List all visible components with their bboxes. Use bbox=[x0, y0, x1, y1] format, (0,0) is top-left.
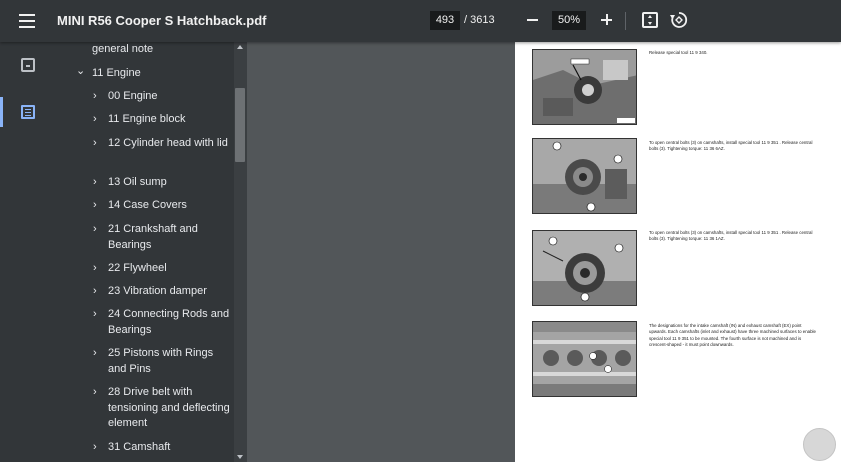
scroll-up-arrow-icon[interactable] bbox=[237, 45, 243, 49]
outline-item-21-crankshaft[interactable]: › 21 Crankshaft and Bearings bbox=[56, 222, 236, 253]
page-number-input[interactable]: 493 bbox=[430, 11, 460, 30]
outline-item-label: 11 Engine block bbox=[108, 113, 186, 125]
chevron-right-icon[interactable]: › bbox=[93, 284, 97, 300]
chevron-right-icon[interactable]: › bbox=[93, 89, 97, 105]
outline-item-label: 00 Engine bbox=[108, 90, 158, 102]
menu-icon[interactable] bbox=[17, 11, 39, 31]
outline-item-general-note[interactable]: general note bbox=[56, 42, 236, 58]
chevron-right-icon[interactable]: › bbox=[93, 307, 97, 323]
outline-item-31-camshaft[interactable]: › 31 Camshaft bbox=[56, 440, 236, 456]
chevron-right-icon[interactable]: › bbox=[93, 385, 97, 401]
outline-item-label: 28 Drive belt with tensioning and deflec… bbox=[108, 386, 230, 429]
outline-item-label: 14 Case Covers bbox=[108, 199, 187, 211]
outline-tab[interactable] bbox=[0, 97, 56, 127]
figure-camshaft-designations bbox=[532, 321, 637, 397]
chevron-right-icon[interactable]: › bbox=[93, 136, 97, 152]
chevron-right-icon[interactable]: › bbox=[93, 175, 97, 191]
scroll-thumb[interactable] bbox=[235, 88, 245, 162]
outline-item-label: 23 Vibration damper bbox=[108, 285, 207, 297]
outline-item-label: 11 Engine bbox=[92, 67, 141, 79]
fit-to-page-icon[interactable] bbox=[642, 12, 658, 28]
zoom-out-icon[interactable] bbox=[524, 11, 542, 29]
floating-action-button[interactable] bbox=[803, 428, 836, 461]
instruction-text: The designations for the intake camshaft… bbox=[649, 323, 816, 347]
outline-item-label: 25 Pistons with Rings and Pins bbox=[108, 347, 214, 375]
outline-scrollbar[interactable] bbox=[234, 42, 247, 462]
outline-item-label: general note bbox=[92, 43, 154, 55]
top-toolbar: MINI R56 Cooper S Hatchback.pdf 493 / 36… bbox=[0, 0, 841, 42]
chevron-right-icon[interactable]: › bbox=[93, 198, 97, 214]
outline-item-11-engine-block[interactable]: › 11 Engine block bbox=[56, 112, 236, 128]
outline-item-12-cylinder-head[interactable]: › 12 Cylinder head with lid bbox=[56, 136, 236, 167]
outline-item-label: 31 Camshaft bbox=[108, 441, 171, 453]
chevron-right-icon[interactable]: › bbox=[93, 112, 97, 128]
outline-item-label: 12 Cylinder head with lid bbox=[108, 137, 228, 149]
outline-item-label: 13 Oil sump bbox=[108, 176, 167, 188]
outline-item-24-connecting-rods[interactable]: › 24 Connecting Rods and Bearings bbox=[56, 307, 236, 338]
outline-item-label: 24 Connecting Rods and Bearings bbox=[108, 308, 230, 336]
outline-item-22-flywheel[interactable]: › 22 Flywheel bbox=[56, 261, 236, 277]
outline-item-23-vibration-damper[interactable]: › 23 Vibration damper bbox=[56, 284, 236, 300]
figure-camshaft-bolts-1 bbox=[532, 138, 637, 214]
outline-item-25-pistons[interactable]: › 25 Pistons with Rings and Pins bbox=[56, 346, 236, 377]
chevron-right-icon[interactable]: › bbox=[93, 440, 97, 456]
outline-icon bbox=[21, 105, 35, 119]
outline-item-14-case-covers[interactable]: › 14 Case Covers bbox=[56, 198, 236, 214]
instruction-text: Release special tool 11 9 340. bbox=[649, 50, 708, 55]
outline-item-28-drive-belt[interactable]: › 28 Drive belt with tensioning and defl… bbox=[56, 385, 236, 432]
thumbnail-icon bbox=[21, 58, 35, 72]
chevron-right-icon[interactable]: › bbox=[93, 261, 97, 277]
outline-item-label: 21 Crankshaft and Bearings bbox=[108, 223, 198, 251]
toolbar-divider bbox=[625, 12, 626, 30]
document-title: MINI R56 Cooper S Hatchback.pdf bbox=[57, 13, 267, 28]
pdf-page: Release special tool 11 9 340. To open c… bbox=[515, 42, 841, 462]
thumbnails-tab[interactable] bbox=[0, 50, 56, 80]
chevron-down-icon[interactable]: ⌄ bbox=[76, 64, 85, 80]
chevron-right-icon[interactable]: › bbox=[93, 346, 97, 362]
outline-item-00-engine[interactable]: › 00 Engine bbox=[56, 89, 236, 105]
instruction-text: To open central bolts (3) on camshafts, … bbox=[649, 230, 813, 242]
instruction-text: To open central bolts (3) on camshafts, … bbox=[649, 140, 813, 152]
outline-item-engine[interactable]: ⌄ 11 Engine bbox=[56, 64, 236, 82]
outline-item-13-oil-sump[interactable]: › 13 Oil sump bbox=[56, 175, 236, 191]
outline-panel: general note ⌄ 11 Engine › 00 Engine › 1… bbox=[56, 42, 247, 462]
figure-camshaft-bolts-2 bbox=[532, 230, 637, 306]
zoom-in-icon[interactable] bbox=[598, 11, 616, 29]
zoom-level-input[interactable]: 50% bbox=[552, 11, 586, 30]
document-viewer[interactable]: Release special tool 11 9 340. To open c… bbox=[247, 42, 841, 462]
chevron-right-icon[interactable]: › bbox=[93, 222, 97, 238]
figure-engine-tool bbox=[532, 49, 637, 125]
page-total: / 3613 bbox=[464, 14, 495, 26]
rotate-icon[interactable] bbox=[669, 10, 689, 30]
scroll-down-arrow-icon[interactable] bbox=[237, 455, 243, 459]
outline-item-label: 22 Flywheel bbox=[108, 262, 167, 274]
sidebar-rail bbox=[0, 42, 56, 462]
